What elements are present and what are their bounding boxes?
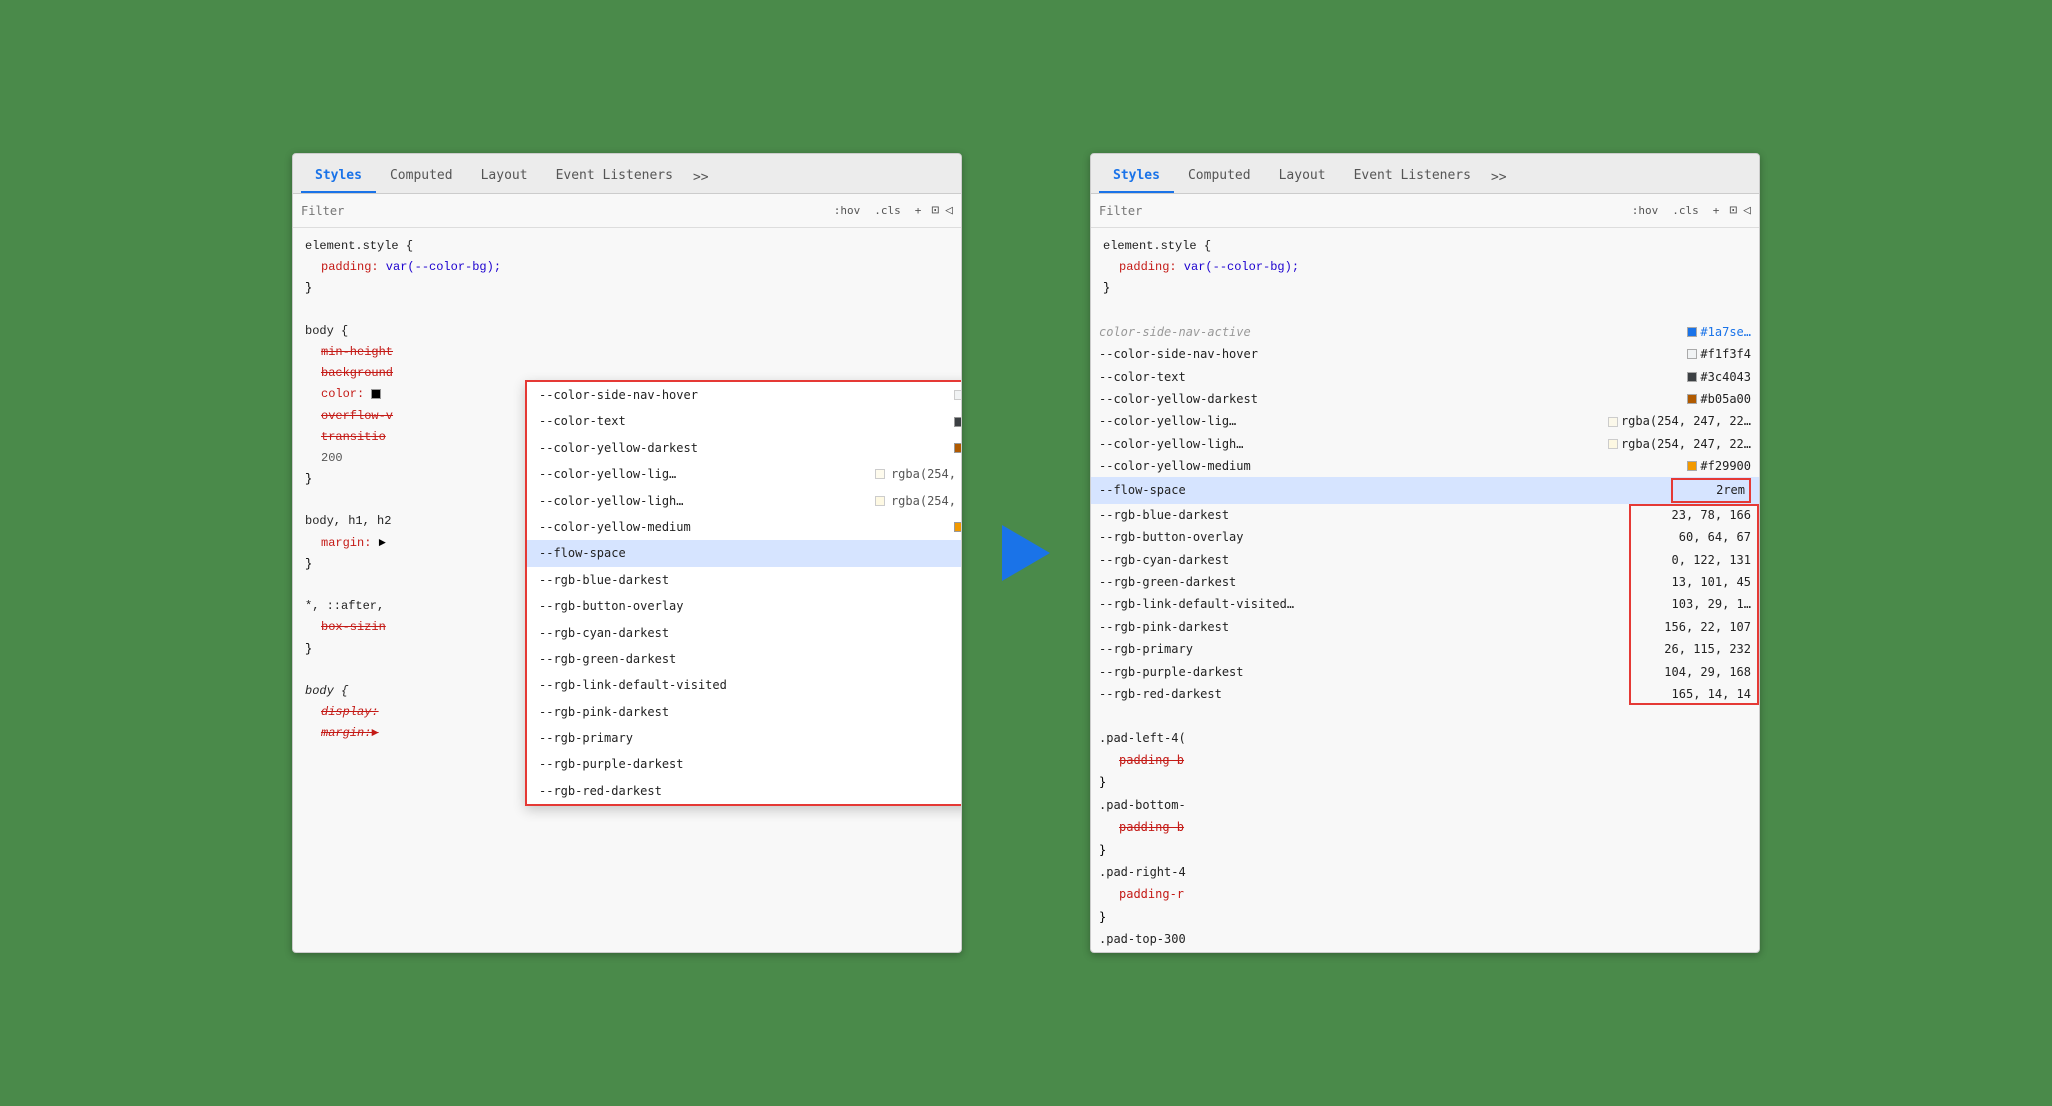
autocomplete-item-3[interactable]: --color-yellow-lig… rgba(254, 247, 22… (527, 461, 961, 487)
var-row-rgb-button-right: --rgb-button-overlay 60, 64, 67 (1091, 526, 1759, 548)
pad-right-close: } (1091, 906, 1759, 928)
var-row-rgb-red-right: --rgb-red-darkest 165, 14, 14 (1091, 683, 1759, 705)
var-row-yellow-ligh-right: --color-yellow-ligh… rgba(254, 247, 22… (1091, 433, 1759, 455)
autocomplete-item-9[interactable]: --rgb-cyan-darkest (527, 620, 961, 646)
padding-line-right: padding: var(--color-bg); (1091, 257, 1759, 278)
tab-event-listeners-left[interactable]: Event Listeners (542, 160, 687, 193)
styles-icon-right[interactable]: ⊡ (1729, 203, 1737, 218)
var-row-yellow-darkest-right: --color-yellow-darkest #b05a00 (1091, 388, 1759, 410)
autocomplete-item-13[interactable]: --rgb-primary (527, 725, 961, 751)
var-row-yellow-lig-right: --color-yellow-lig… rgba(254, 247, 22… (1091, 410, 1759, 432)
left-styles-content: element.style { padding: var(--color-bg)… (293, 228, 961, 952)
pad-bottom-row: .pad-bottom- (1091, 794, 1759, 816)
autocomplete-item-10[interactable]: --rgb-green-darkest (527, 646, 961, 672)
tab-styles-right[interactable]: Styles (1099, 160, 1174, 193)
var-row-rgb-cyan-right: --rgb-cyan-darkest 0, 122, 131 (1091, 549, 1759, 571)
var-row-flow-space-right: --flow-space 2rem (1091, 477, 1759, 503)
styles-icon-left[interactable]: ⊡ (931, 203, 939, 218)
tab-computed-left[interactable]: Computed (376, 160, 467, 193)
plus-button-right[interactable]: + (1709, 202, 1724, 219)
autocomplete-item-15[interactable]: --rgb-red-darkest (527, 778, 961, 804)
pad-bottom-prop: padding-b (1091, 816, 1759, 838)
tab-more-right[interactable]: >> (1485, 162, 1513, 193)
right-tabs-bar: Styles Computed Layout Event Listeners >… (1091, 154, 1759, 194)
tab-event-listeners-right[interactable]: Event Listeners (1340, 160, 1485, 193)
left-devtools-panel: Styles Computed Layout Event Listeners >… (292, 153, 962, 953)
filter-input-left[interactable] (301, 204, 824, 218)
autocomplete-item-1[interactable]: --color-text #3c4043 (527, 408, 961, 434)
blank-right-2 (1091, 705, 1759, 726)
element-style-selector-right: element.style { (1091, 236, 1759, 257)
close-brace-1-right: } (1091, 278, 1759, 299)
hov-button-right[interactable]: :hov (1628, 202, 1663, 219)
pad-top-row: .pad-top-300 (1091, 928, 1759, 950)
right-toolbar: :hov .cls + ⊡ ◁ (1091, 194, 1759, 228)
direction-arrow (1002, 525, 1050, 581)
pad-left-row: .pad-left-4( (1091, 727, 1759, 749)
autocomplete-item-7[interactable]: --rgb-blue-darkest (527, 567, 961, 593)
blank-right-1 (1091, 300, 1759, 321)
blank-1-left (293, 300, 961, 321)
autocomplete-item-5[interactable]: --color-yellow-medium #f29900 (527, 514, 961, 540)
tab-computed-right[interactable]: Computed (1174, 160, 1265, 193)
main-container: Styles Computed Layout Event Listeners >… (252, 113, 1800, 993)
tab-more-left[interactable]: >> (687, 162, 715, 193)
body-selector-left: body { (293, 321, 961, 342)
var-row-text-right: --color-text #3c4043 (1091, 366, 1759, 388)
autocomplete-dropdown-left: --color-side-nav-hover #f1f3f4 --color-t… (525, 380, 961, 806)
left-tabs-bar: Styles Computed Layout Event Listeners >… (293, 154, 961, 194)
min-height-line-left: min-height (293, 342, 961, 363)
inspect-icon-right[interactable]: ◁ (1743, 203, 1751, 218)
pad-left-prop: padding-b (1091, 749, 1759, 771)
cls-button-right[interactable]: .cls (1668, 202, 1703, 219)
cls-button-left[interactable]: .cls (870, 202, 905, 219)
tab-styles-left[interactable]: Styles (301, 160, 376, 193)
autocomplete-item-2[interactable]: --color-yellow-darkest #b05a00 (527, 435, 961, 461)
inspect-icon-left[interactable]: ◁ (945, 203, 953, 218)
var-row-rgb-blue-right: --rgb-blue-darkest 23, 78, 166 (1091, 504, 1759, 526)
autocomplete-item-6-highlighted[interactable]: --flow-space (527, 540, 961, 566)
right-styles-content: element.style { padding: var(--color-bg)… (1091, 228, 1759, 952)
var-row-nav-hover-right: --color-side-nav-hover #f1f3f4 (1091, 343, 1759, 365)
var-row-rgb-pink-right: --rgb-pink-darkest 156, 22, 107 (1091, 616, 1759, 638)
var-row-rgb-link-right: --rgb-link-default-visited… 103, 29, 1… (1091, 593, 1759, 615)
hov-button-left[interactable]: :hov (830, 202, 865, 219)
var-row-rgb-primary-right: --rgb-primary 26, 115, 232 (1091, 638, 1759, 660)
pad-bottom-close: } (1091, 839, 1759, 861)
autocomplete-item-4[interactable]: --color-yellow-ligh… rgba(254, 247, 22… (527, 488, 961, 514)
autocomplete-item-11[interactable]: --rgb-link-default-visited (527, 672, 961, 698)
close-brace-1-left: } (293, 278, 961, 299)
element-style-selector-left: element.style { (293, 236, 961, 257)
tab-layout-left[interactable]: Layout (467, 160, 542, 193)
tab-layout-right[interactable]: Layout (1265, 160, 1340, 193)
pad-right-prop: padding-r (1091, 883, 1759, 905)
var-row-rgb-green-right: --rgb-green-darkest 13, 101, 45 (1091, 571, 1759, 593)
autocomplete-item-14[interactable]: --rgb-purple-darkest (527, 751, 961, 777)
var-row-rgb-purple-right: --rgb-purple-darkest 104, 29, 168 (1091, 661, 1759, 683)
plus-button-left[interactable]: + (911, 202, 926, 219)
padding-line-left: padding: var(--color-bg); (293, 257, 961, 278)
right-devtools-panel: Styles Computed Layout Event Listeners >… (1090, 153, 1760, 953)
pad-right-row: .pad-right-4 (1091, 861, 1759, 883)
right-code-area: element.style { padding: var(--color-bg)… (1091, 228, 1759, 952)
left-toolbar: :hov .cls + ⊡ ◁ (293, 194, 961, 228)
pad-top-prop: padding-t (1091, 950, 1759, 952)
autocomplete-item-0[interactable]: --color-side-nav-hover #f1f3f4 (527, 382, 961, 408)
pad-left-close: } (1091, 771, 1759, 793)
rgb-vars-section: --rgb-blue-darkest 23, 78, 166 --rgb-but… (1091, 504, 1759, 706)
flow-space-section: --flow-space 2rem (1091, 477, 1759, 503)
filter-input-right[interactable] (1099, 204, 1622, 218)
var-row-yellow-medium-right: --color-yellow-medium #f29900 (1091, 455, 1759, 477)
scrolled-header-right: color-side-nav-active #1a7se… (1091, 321, 1759, 343)
autocomplete-item-8[interactable]: --rgb-button-overlay (527, 593, 961, 619)
autocomplete-item-12[interactable]: --rgb-pink-darkest (527, 699, 961, 725)
arrow-container (1002, 525, 1050, 581)
